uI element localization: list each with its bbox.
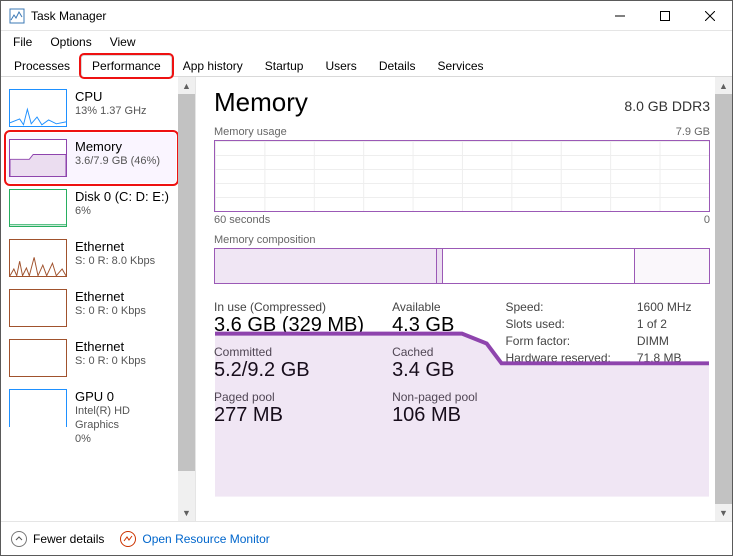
sidebar-item-label: Ethernet — [75, 239, 155, 255]
sidebar-item-sub: 3.6/7.9 GB (46%) — [75, 155, 160, 169]
tabbar: Processes Performance App history Startu… — [1, 53, 732, 77]
fewer-details-label: Fewer details — [33, 532, 104, 546]
footer: Fewer details Open Resource Monitor — [1, 521, 732, 555]
sidebar-scrollbar[interactable]: ▲ ▼ — [178, 77, 195, 521]
cpu-thumb — [9, 89, 67, 127]
scroll-up-icon[interactable]: ▲ — [715, 77, 732, 94]
sidebar-item-label: Ethernet — [75, 339, 146, 355]
window-title: Task Manager — [31, 9, 597, 23]
sidebar-item-label: Disk 0 (C: D: E:) — [75, 189, 169, 205]
sidebar-item-disk[interactable]: Disk 0 (C: D: E:)6% — [7, 183, 176, 233]
open-resource-monitor-link[interactable]: Open Resource Monitor — [120, 531, 269, 547]
main-panel: Memory 8.0 GB DDR3 Memory usage 7.9 GB 6… — [196, 77, 732, 521]
sidebar-item-sub: S: 0 R: 0 Kbps — [75, 305, 146, 319]
resource-monitor-label: Open Resource Monitor — [142, 532, 269, 546]
menubar: File Options View — [1, 31, 732, 53]
maximize-button[interactable] — [642, 1, 687, 30]
sidebar-item-memory[interactable]: Memory3.6/7.9 GB (46%) — [7, 133, 176, 183]
tab-app-history[interactable]: App history — [172, 55, 254, 77]
tab-startup[interactable]: Startup — [254, 55, 315, 77]
sidebar-item-label: Memory — [75, 139, 160, 155]
memory-usage-graph[interactable] — [214, 140, 710, 212]
tab-services[interactable]: Services — [427, 55, 495, 77]
ethernet-thumb — [9, 239, 67, 277]
menu-file[interactable]: File — [5, 33, 40, 51]
task-manager-window: Task Manager File Options View Processes… — [0, 0, 733, 556]
tab-users[interactable]: Users — [314, 55, 367, 77]
memory-thumb — [9, 139, 67, 177]
scroll-down-icon[interactable]: ▼ — [715, 504, 732, 521]
comp-in-use — [215, 249, 437, 283]
sidebar-item-cpu[interactable]: CPU13% 1.37 GHz — [7, 83, 176, 133]
capacity-label: 8.0 GB DDR3 — [624, 98, 710, 114]
scroll-thumb[interactable] — [715, 94, 732, 504]
sidebar-item-sub: 6% — [75, 205, 169, 219]
page-title: Memory — [214, 87, 308, 118]
sidebar-item-sub: Intel(R) HD Graphics 0% — [75, 405, 172, 446]
sidebar-item-sub: S: 0 R: 0 Kbps — [75, 355, 146, 369]
sidebar-item-sub: S: 0 R: 8.0 Kbps — [75, 255, 155, 269]
scroll-up-icon[interactable]: ▲ — [178, 77, 195, 94]
ethernet-thumb — [9, 339, 67, 377]
tab-details[interactable]: Details — [368, 55, 427, 77]
sidebar-item-label: Ethernet — [75, 289, 146, 305]
chevron-up-icon — [11, 531, 27, 547]
sidebar-item-label: GPU 0 — [75, 389, 172, 405]
menu-options[interactable]: Options — [42, 33, 99, 51]
sidebar-item-sub: 13% 1.37 GHz — [75, 105, 147, 119]
app-icon — [9, 8, 25, 24]
sidebar-item-gpu[interactable]: GPU 0Intel(R) HD Graphics 0% — [7, 383, 176, 453]
memory-composition-bar[interactable] — [214, 248, 710, 284]
scroll-thumb[interactable] — [178, 94, 195, 471]
disk-thumb — [9, 189, 67, 227]
content-body: CPU13% 1.37 GHz Memory3.6/7.9 GB (46%) D… — [1, 77, 732, 521]
minimize-button[interactable] — [597, 1, 642, 30]
ethernet-thumb — [9, 289, 67, 327]
tab-performance[interactable]: Performance — [81, 55, 172, 77]
resource-monitor-icon — [120, 531, 136, 547]
main-scrollbar[interactable]: ▲ ▼ — [715, 77, 732, 521]
main-header: Memory 8.0 GB DDR3 — [214, 87, 710, 118]
menu-view[interactable]: View — [102, 33, 144, 51]
titlebar: Task Manager — [1, 1, 732, 31]
sidebar: CPU13% 1.37 GHz Memory3.6/7.9 GB (46%) D… — [1, 77, 196, 521]
close-button[interactable] — [687, 1, 732, 30]
sidebar-item-ethernet-2[interactable]: EthernetS: 0 R: 0 Kbps — [7, 283, 176, 333]
tab-processes[interactable]: Processes — [3, 55, 81, 77]
scroll-down-icon[interactable]: ▼ — [178, 504, 195, 521]
fewer-details-button[interactable]: Fewer details — [11, 531, 104, 547]
gpu-thumb — [9, 389, 67, 427]
sidebar-item-ethernet-3[interactable]: EthernetS: 0 R: 0 Kbps — [7, 333, 176, 383]
usage-label: Memory usage — [214, 126, 287, 138]
comp-free — [635, 249, 709, 283]
usage-label-row: Memory usage 7.9 GB — [214, 126, 710, 138]
usage-max: 7.9 GB — [676, 126, 710, 138]
sidebar-item-ethernet-1[interactable]: EthernetS: 0 R: 8.0 Kbps — [7, 233, 176, 283]
sidebar-item-label: CPU — [75, 89, 147, 105]
comp-standby — [443, 249, 635, 283]
